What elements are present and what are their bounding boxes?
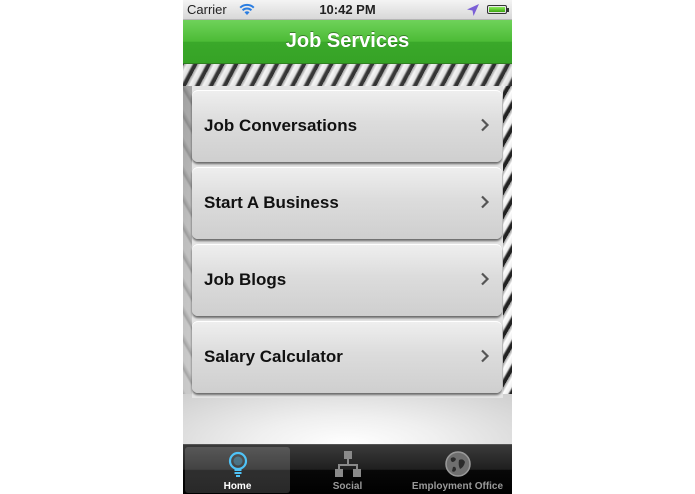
tab-home[interactable]: Home	[185, 447, 290, 493]
menu-item-label: Salary Calculator	[204, 347, 343, 366]
menu-item-start-a-business[interactable]: Start A Business	[192, 167, 502, 239]
menu-item-job-blogs[interactable]: Job Blogs	[192, 244, 502, 316]
status-bar: Carrier 10:42 PM	[183, 0, 512, 20]
tab-employment-office[interactable]: Employment Office	[405, 447, 510, 493]
status-time: 10:42 PM	[319, 2, 376, 17]
decorative-background-rays	[183, 394, 512, 444]
phone-screen: Carrier 10:42 PM Job Services Job Conver…	[183, 0, 512, 494]
page-title: Job Services	[285, 30, 410, 52]
network-icon	[334, 451, 361, 477]
location-arrow-icon	[467, 4, 479, 16]
menu-item-label: Job Conversations	[204, 116, 358, 135]
battery-icon	[487, 5, 507, 14]
globe-icon	[444, 451, 471, 477]
chevron-right-icon	[481, 349, 490, 363]
menu-item-job-conversations[interactable]: Job Conversations	[192, 90, 502, 162]
battery-tip	[507, 8, 509, 12]
navigation-bar: Job Services	[183, 20, 512, 64]
tab-label: Employment Office	[411, 481, 504, 492]
menu-item-label: Start A Business	[204, 193, 339, 212]
tab-social[interactable]: Social	[295, 447, 400, 493]
menu-item-salary-calculator[interactable]: Salary Calculator	[192, 321, 502, 393]
tab-bar: Home Social Employment Office	[183, 444, 512, 494]
decorative-stripe-band	[183, 64, 512, 86]
chevron-right-icon	[481, 118, 490, 132]
chevron-right-icon	[481, 272, 490, 286]
menu-item-label: Job Blogs	[204, 270, 287, 289]
lightbulb-icon	[228, 451, 247, 477]
content-area: Job Conversations Start A Business Job B…	[183, 64, 512, 444]
tab-label: Social	[332, 481, 363, 492]
tab-label: Home	[223, 481, 252, 492]
chevron-right-icon	[481, 195, 490, 209]
